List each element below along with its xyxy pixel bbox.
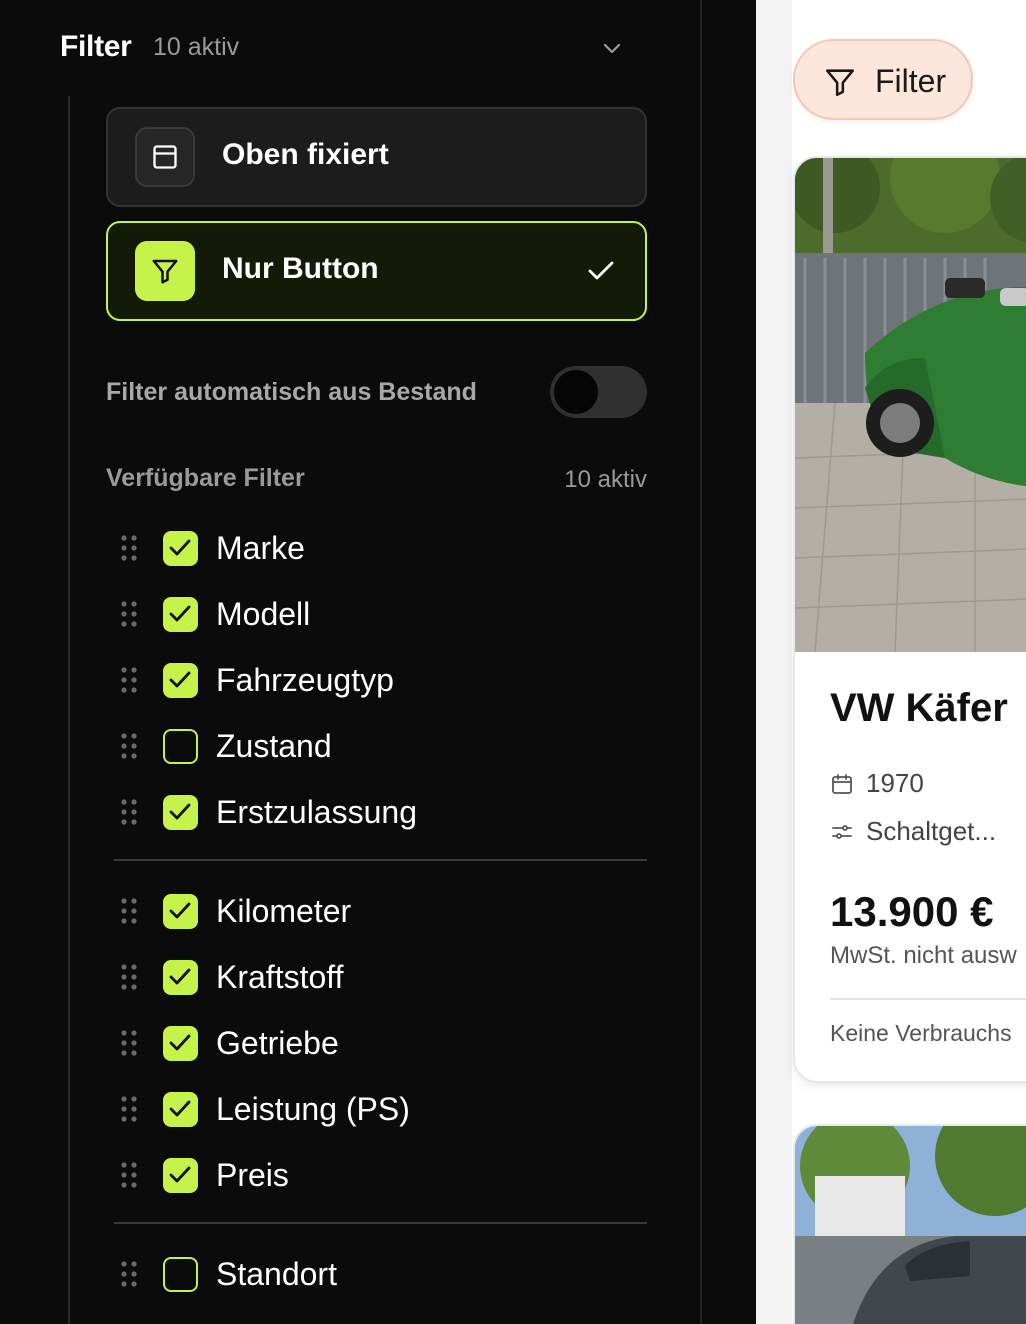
filter-button-label: Filter [875,63,947,99]
vehicle-price: 13.900 € [830,888,994,935]
filter-option-row[interactable]: Marke [120,523,640,573]
check-icon [588,261,614,280]
filter-group-divider [114,859,647,861]
filter-option-row[interactable]: Preis [120,1150,640,1200]
vehicle-year-value: 1970 [866,768,924,798]
chevron-down-icon[interactable] [600,36,624,60]
drag-handle-icon[interactable] [120,1029,138,1057]
mode-option-button-only[interactable]: Nur Button [106,221,647,321]
funnel-icon [825,69,855,97]
filter-checkbox[interactable] [163,1257,198,1292]
filter-checkbox[interactable] [163,1092,198,1127]
vehicle-card[interactable] [793,1124,1026,1324]
filter-option-label: Getriebe [216,1025,339,1061]
vehicle-photo [795,158,1026,652]
auto-filter-toggle[interactable] [550,366,647,418]
filter-option-row[interactable]: Leistung (PS) [120,1084,640,1134]
mode-option-label: Oben fixiert [222,138,389,171]
filter-option-label: Leistung (PS) [216,1091,410,1127]
filter-button[interactable]: Filter [793,39,973,120]
filter-checkbox[interactable] [163,1158,198,1193]
filter-checkbox[interactable] [163,795,198,830]
filter-option-row[interactable]: Fahrzeugtyp [120,655,640,705]
drag-handle-icon[interactable] [120,1260,138,1288]
toggle-knob [554,370,598,414]
settings-sliders-icon [832,825,852,839]
panel-gutter [702,0,756,1324]
filter-section-header[interactable]: Filter 10 aktiv [60,28,630,68]
listing-preview: Filter VW Käfer 1970 Schaltget... 13.900… [756,0,1026,1324]
filter-option-label: Zustand [216,728,332,764]
vat-note: MwSt. nicht ausw [830,942,1017,969]
drag-handle-icon[interactable] [120,798,138,826]
available-filters-header: Verfügbare Filter 10 aktiv [106,464,647,496]
filter-group-divider [114,1222,647,1224]
filter-checkbox[interactable] [163,960,198,995]
consumption-note: Keine Verbrauchs [830,1020,1012,1046]
filter-option-label: Modell [216,596,311,632]
vehicle-title: VW Käfer [830,686,1008,730]
filter-option-row[interactable]: Kilometer [120,886,640,936]
drag-handle-icon[interactable] [120,732,138,760]
mode-option-label: Nur Button [222,252,379,285]
drag-handle-icon[interactable] [120,600,138,628]
layout-top-icon [135,127,195,187]
vehicle-transmission-value: Schaltget... [866,816,997,846]
available-filters-title: Verfügbare Filter [106,464,305,492]
calendar-icon [832,774,852,794]
filter-checkbox[interactable] [163,729,198,764]
filter-checkbox[interactable] [163,1026,198,1061]
filter-option-label: Kilometer [216,893,352,929]
filter-option-row[interactable]: Zustand [120,721,640,771]
drag-handle-icon[interactable] [120,1161,138,1189]
filter-checkbox[interactable] [163,597,198,632]
drag-handle-icon[interactable] [120,963,138,991]
tree-indent-line [68,96,70,1324]
filter-checkbox[interactable] [163,663,198,698]
filter-option-row[interactable]: Kraftstoff [120,952,640,1002]
filter-settings-panel: Filter 10 aktiv Oben fixiert Nur Button … [0,0,702,1324]
mode-option-top-fixed[interactable]: Oben fixiert [106,107,647,207]
drag-handle-icon[interactable] [120,666,138,694]
filter-option-label: Erstzulassung [216,794,417,830]
filter-option-row[interactable]: Modell [120,589,640,639]
filter-option-row[interactable]: Getriebe [120,1018,640,1068]
filter-option-row[interactable]: Erstzulassung [120,787,640,837]
vehicle-photo [795,1126,1026,1324]
filter-option-label: Fahrzeugtyp [216,662,394,698]
drag-handle-icon[interactable] [120,534,138,562]
filter-option-label: Standort [216,1256,337,1292]
drag-handle-icon[interactable] [120,1095,138,1123]
auto-filter-label: Filter automatisch aus Bestand [106,378,477,406]
filter-option-label: Marke [216,530,305,566]
vehicle-card[interactable]: VW Käfer 1970 Schaltget... 13.900 € MwSt… [793,156,1026,1083]
auto-filter-row: Filter automatisch aus Bestand [106,366,647,418]
funnel-icon [135,241,195,301]
section-active-count: 10 aktiv [153,33,240,61]
card-divider [830,998,1026,1000]
section-title: Filter [60,30,132,63]
filter-option-label: Preis [216,1157,289,1193]
preview-edge [756,0,792,1324]
filter-checkbox[interactable] [163,531,198,566]
filter-option-label: Kraftstoff [216,959,344,995]
available-filters-count: 10 aktiv [564,466,647,493]
drag-handle-icon[interactable] [120,897,138,925]
filter-option-row[interactable]: Standort [120,1249,640,1299]
filter-checkbox[interactable] [163,894,198,929]
